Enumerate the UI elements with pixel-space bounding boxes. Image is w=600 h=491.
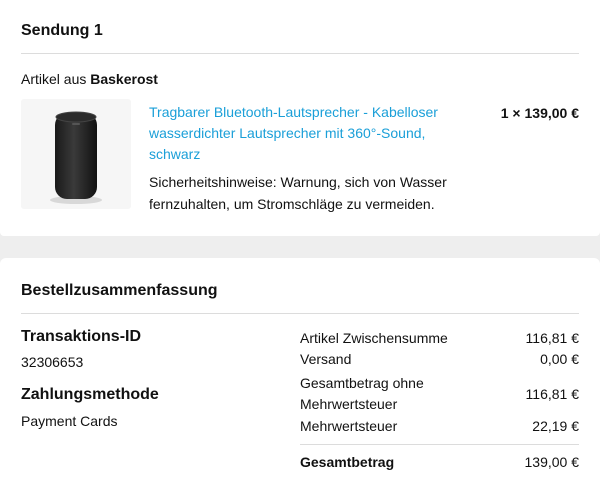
bluetooth-speaker-icon xyxy=(50,111,102,204)
product-image[interactable] xyxy=(21,99,131,209)
seller-prefix: Artikel aus xyxy=(21,71,87,87)
summary-row-label: Mehrwertsteuer xyxy=(300,418,398,434)
summary-row-label: Versand xyxy=(300,351,352,367)
transaction-id-value: 32306653 xyxy=(21,354,84,370)
total-label: Gesamtbetrag xyxy=(300,454,395,470)
summary-row-amount: 116,81 € xyxy=(525,330,579,346)
summary-row-label: Gesamtbetrag ohne Mehrwertsteuer xyxy=(300,375,424,412)
order-summary-card: Bestellzusammenfassung Transaktions-ID 3… xyxy=(0,258,600,491)
safety-note: Sicherheitshinweise: Warnung, sich von W… xyxy=(149,174,447,212)
payment-method-value: Payment Cards xyxy=(21,413,118,429)
shipment-title: Sendung 1 xyxy=(21,22,103,39)
shipment-card: Sendung 1 Artikel aus Baskerost Tragbare… xyxy=(0,0,600,236)
seller-line: Artikel aus Baskerost xyxy=(21,71,158,87)
summary-row-amount: 116,81 € xyxy=(525,386,579,402)
total-divider xyxy=(300,444,579,445)
summary-divider xyxy=(21,313,579,314)
seller-name[interactable]: Baskerost xyxy=(90,71,158,87)
summary-row-amount: 0,00 € xyxy=(540,351,579,367)
summary-row-amount: 22,19 € xyxy=(532,418,579,434)
quantity-price: 1 × 139,00 € xyxy=(500,105,579,121)
total-amount: 139,00 € xyxy=(524,454,580,470)
summary-title: Bestellzusammenfassung xyxy=(21,282,218,299)
product-title-link[interactable]: Tragbarer Bluetooth-Lautsprecher - Kabel… xyxy=(149,102,469,165)
summary-row-label: Artikel Zwischensumme xyxy=(300,330,448,346)
shipment-divider xyxy=(21,53,579,54)
payment-method-label: Zahlungsmethode xyxy=(21,386,159,403)
transaction-id-label: Transaktions-ID xyxy=(21,328,142,345)
